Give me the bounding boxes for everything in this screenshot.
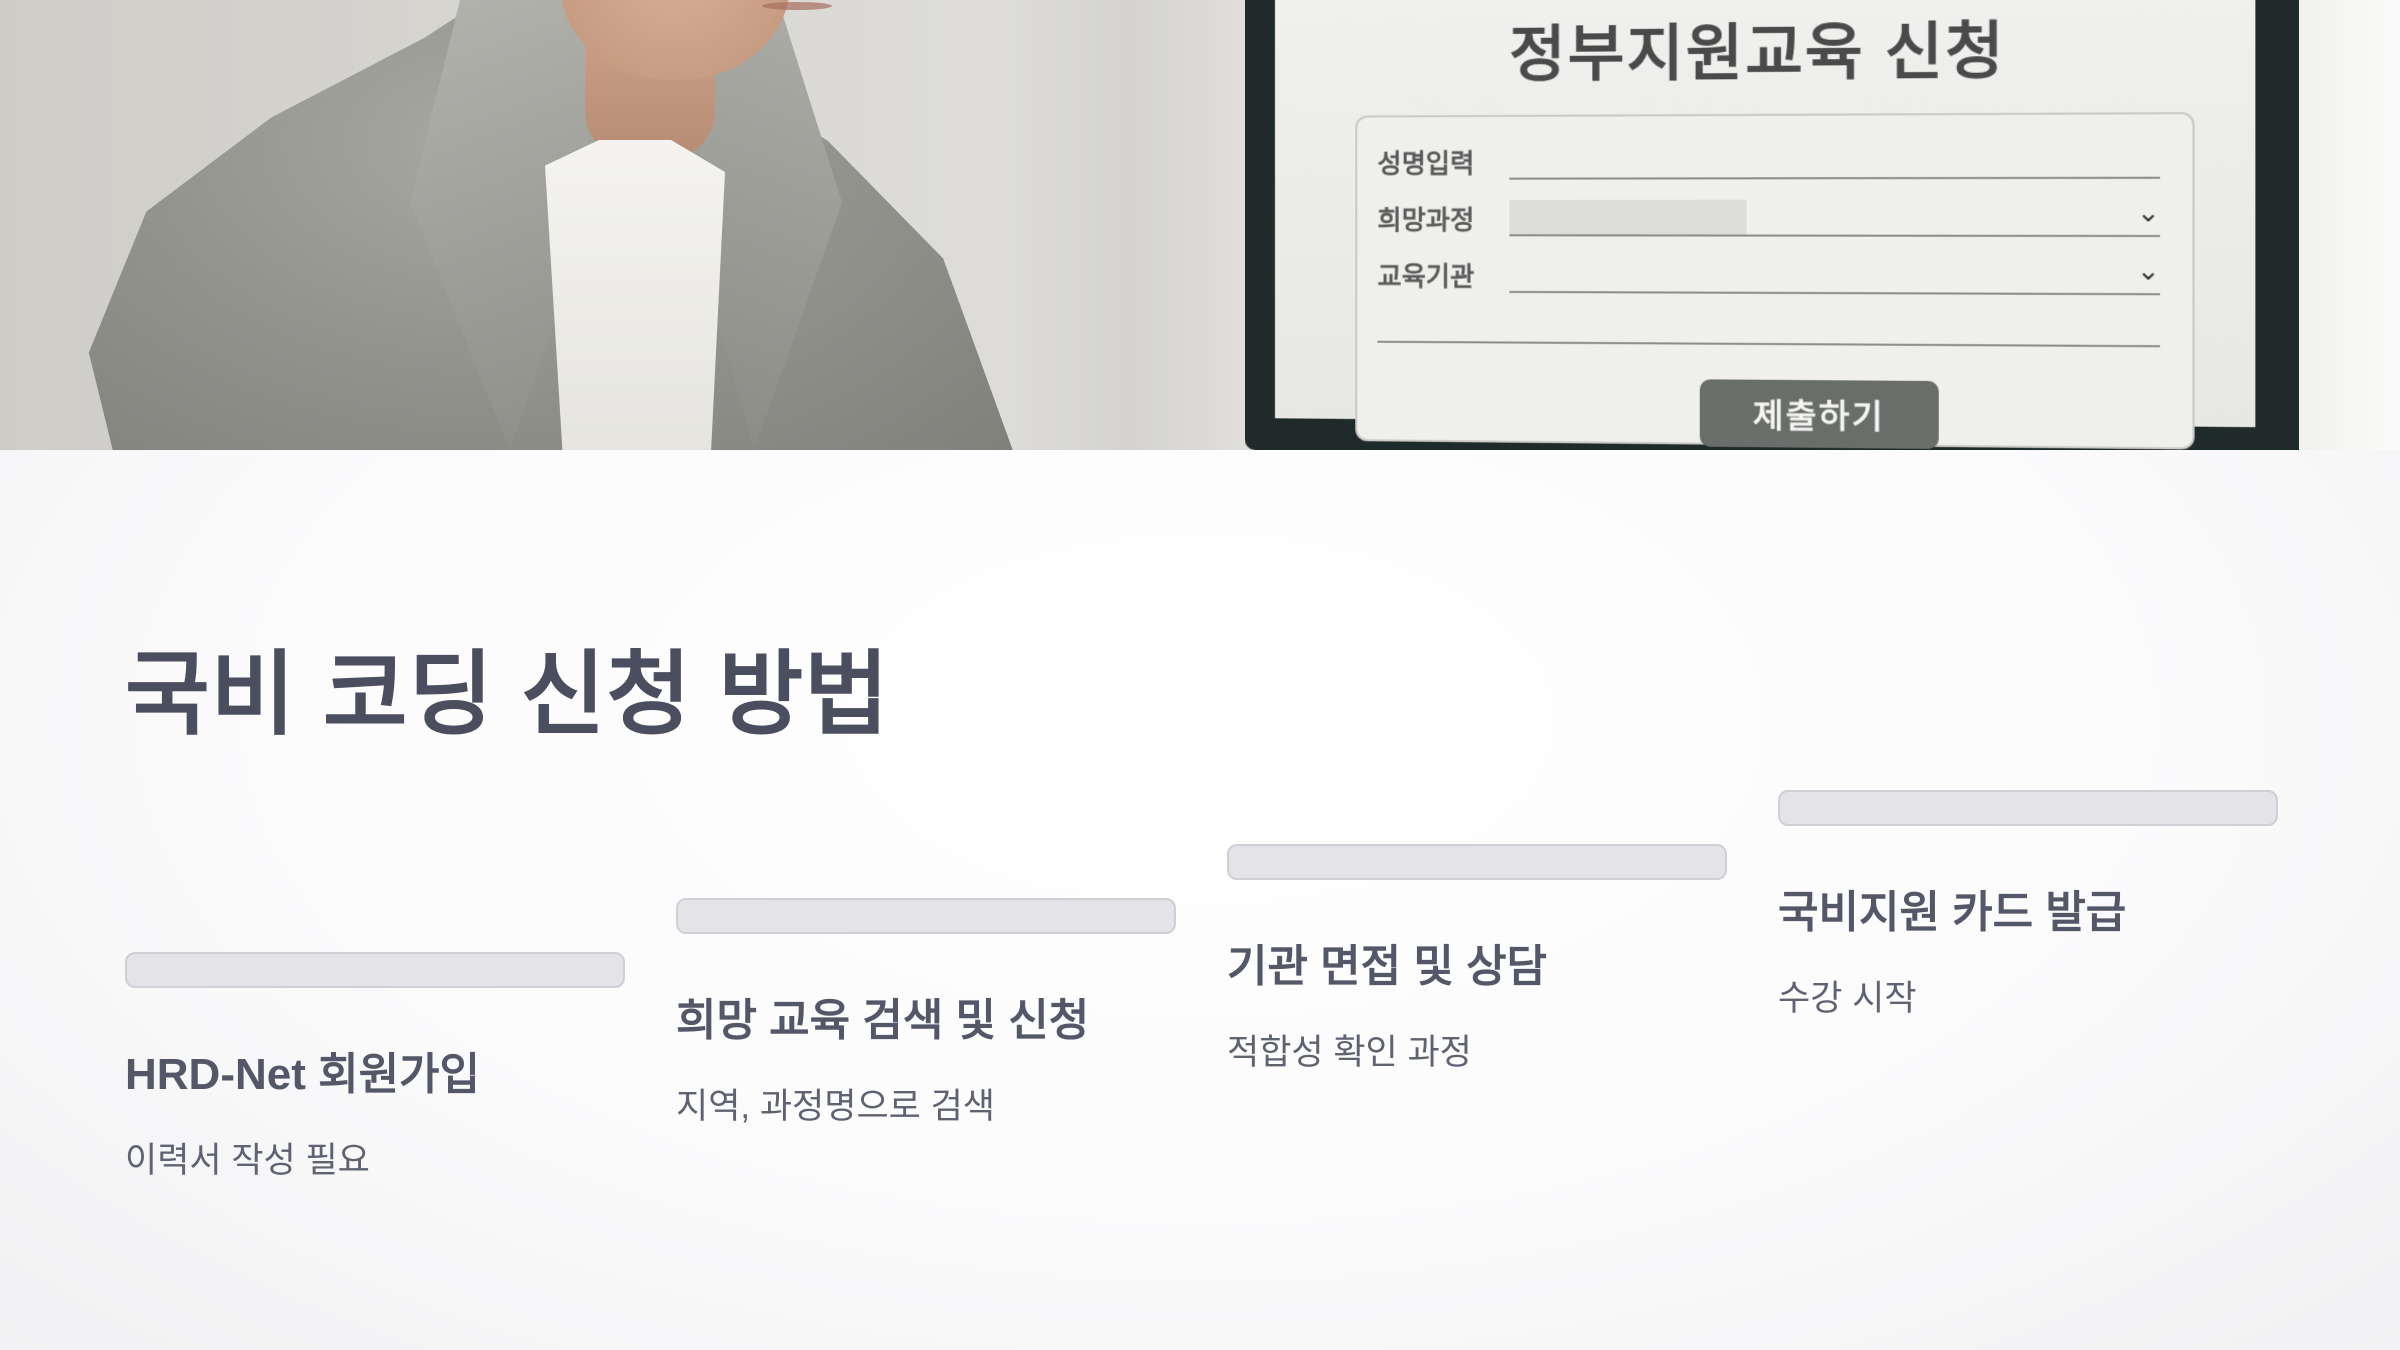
form-row-name: 성명입력 xyxy=(1377,135,2161,184)
form-row-extra xyxy=(1377,301,2161,352)
step-1: HRD-Net 회원가입 이력서 작성 필요 xyxy=(125,952,625,1183)
form-row-fill xyxy=(1509,199,1747,235)
step-2: 희망 교육 검색 및 신청 지역, 과정명으로 검색 xyxy=(676,898,1176,1129)
page-title: 국비 코딩 신청 방법 xyxy=(125,644,890,746)
step-title: 기관 면접 및 상담 xyxy=(1227,942,1548,991)
wall-shadow xyxy=(1000,0,1260,450)
step-4: 국비지원 카드 발급 수강 시작 xyxy=(1778,790,2278,1021)
form-row-institution: 교육기관 ⌄ xyxy=(1377,250,2161,299)
person-shirt xyxy=(545,140,725,450)
step-bar xyxy=(676,898,1176,934)
step-description: 이력서 작성 필요 xyxy=(125,1141,370,1180)
step-description: 수강 시작 xyxy=(1778,979,1917,1018)
form-row-label: 성명입력 xyxy=(1377,148,1475,179)
screen-submit-button: 제출하기 xyxy=(1699,379,1939,450)
step-title: 희망 교육 검색 및 신청 xyxy=(676,996,1090,1045)
step-3: 기관 면접 및 상담 적합성 확인 과정 xyxy=(1227,844,1727,1075)
step-description: 적합성 확인 과정 xyxy=(1227,1033,1472,1072)
form-row-course: 희망과정 ⌄ xyxy=(1377,193,2161,241)
monitor-screen: 정부지원교육 신청 성명입력 희망과정 ⌄ 교육기관 ⌄ 제출하기 xyxy=(1274,0,2256,450)
form-row-underline xyxy=(1377,340,2161,348)
form-row-label: 교육기관 xyxy=(1377,261,1475,292)
person-lips xyxy=(762,2,832,10)
step-title: 국비지원 카드 발급 xyxy=(1778,888,2127,937)
screen-title: 정부지원교육 신청 xyxy=(1509,16,2006,89)
content-section: 국비 코딩 신청 방법 HRD-Net 회원가입 이력서 작성 필요 희망 교육… xyxy=(0,450,2400,1350)
screen-form: 성명입력 희망과정 ⌄ 교육기관 ⌄ 제출하기 xyxy=(1355,112,2195,450)
chevron-down-icon: ⌄ xyxy=(2136,197,2161,229)
step-bar xyxy=(1778,790,2278,826)
step-bar xyxy=(1227,844,1727,880)
step-bar xyxy=(125,952,625,988)
hero-photo: 정부지원교육 신청 성명입력 희망과정 ⌄ 교육기관 ⌄ 제출하기 xyxy=(0,0,2400,450)
form-row-underline xyxy=(1509,290,2161,296)
step-description: 지역, 과정명으로 검색 xyxy=(676,1087,995,1126)
form-row-underline xyxy=(1509,176,2161,180)
step-title: HRD-Net 회원가입 xyxy=(125,1050,481,1099)
form-row-underline xyxy=(1509,234,2161,238)
monitor: 정부지원교육 신청 성명입력 희망과정 ⌄ 교육기관 ⌄ 제출하기 xyxy=(1245,0,2299,450)
form-row-label: 희망과정 xyxy=(1377,204,1475,236)
chevron-down-icon: ⌄ xyxy=(2136,255,2161,287)
